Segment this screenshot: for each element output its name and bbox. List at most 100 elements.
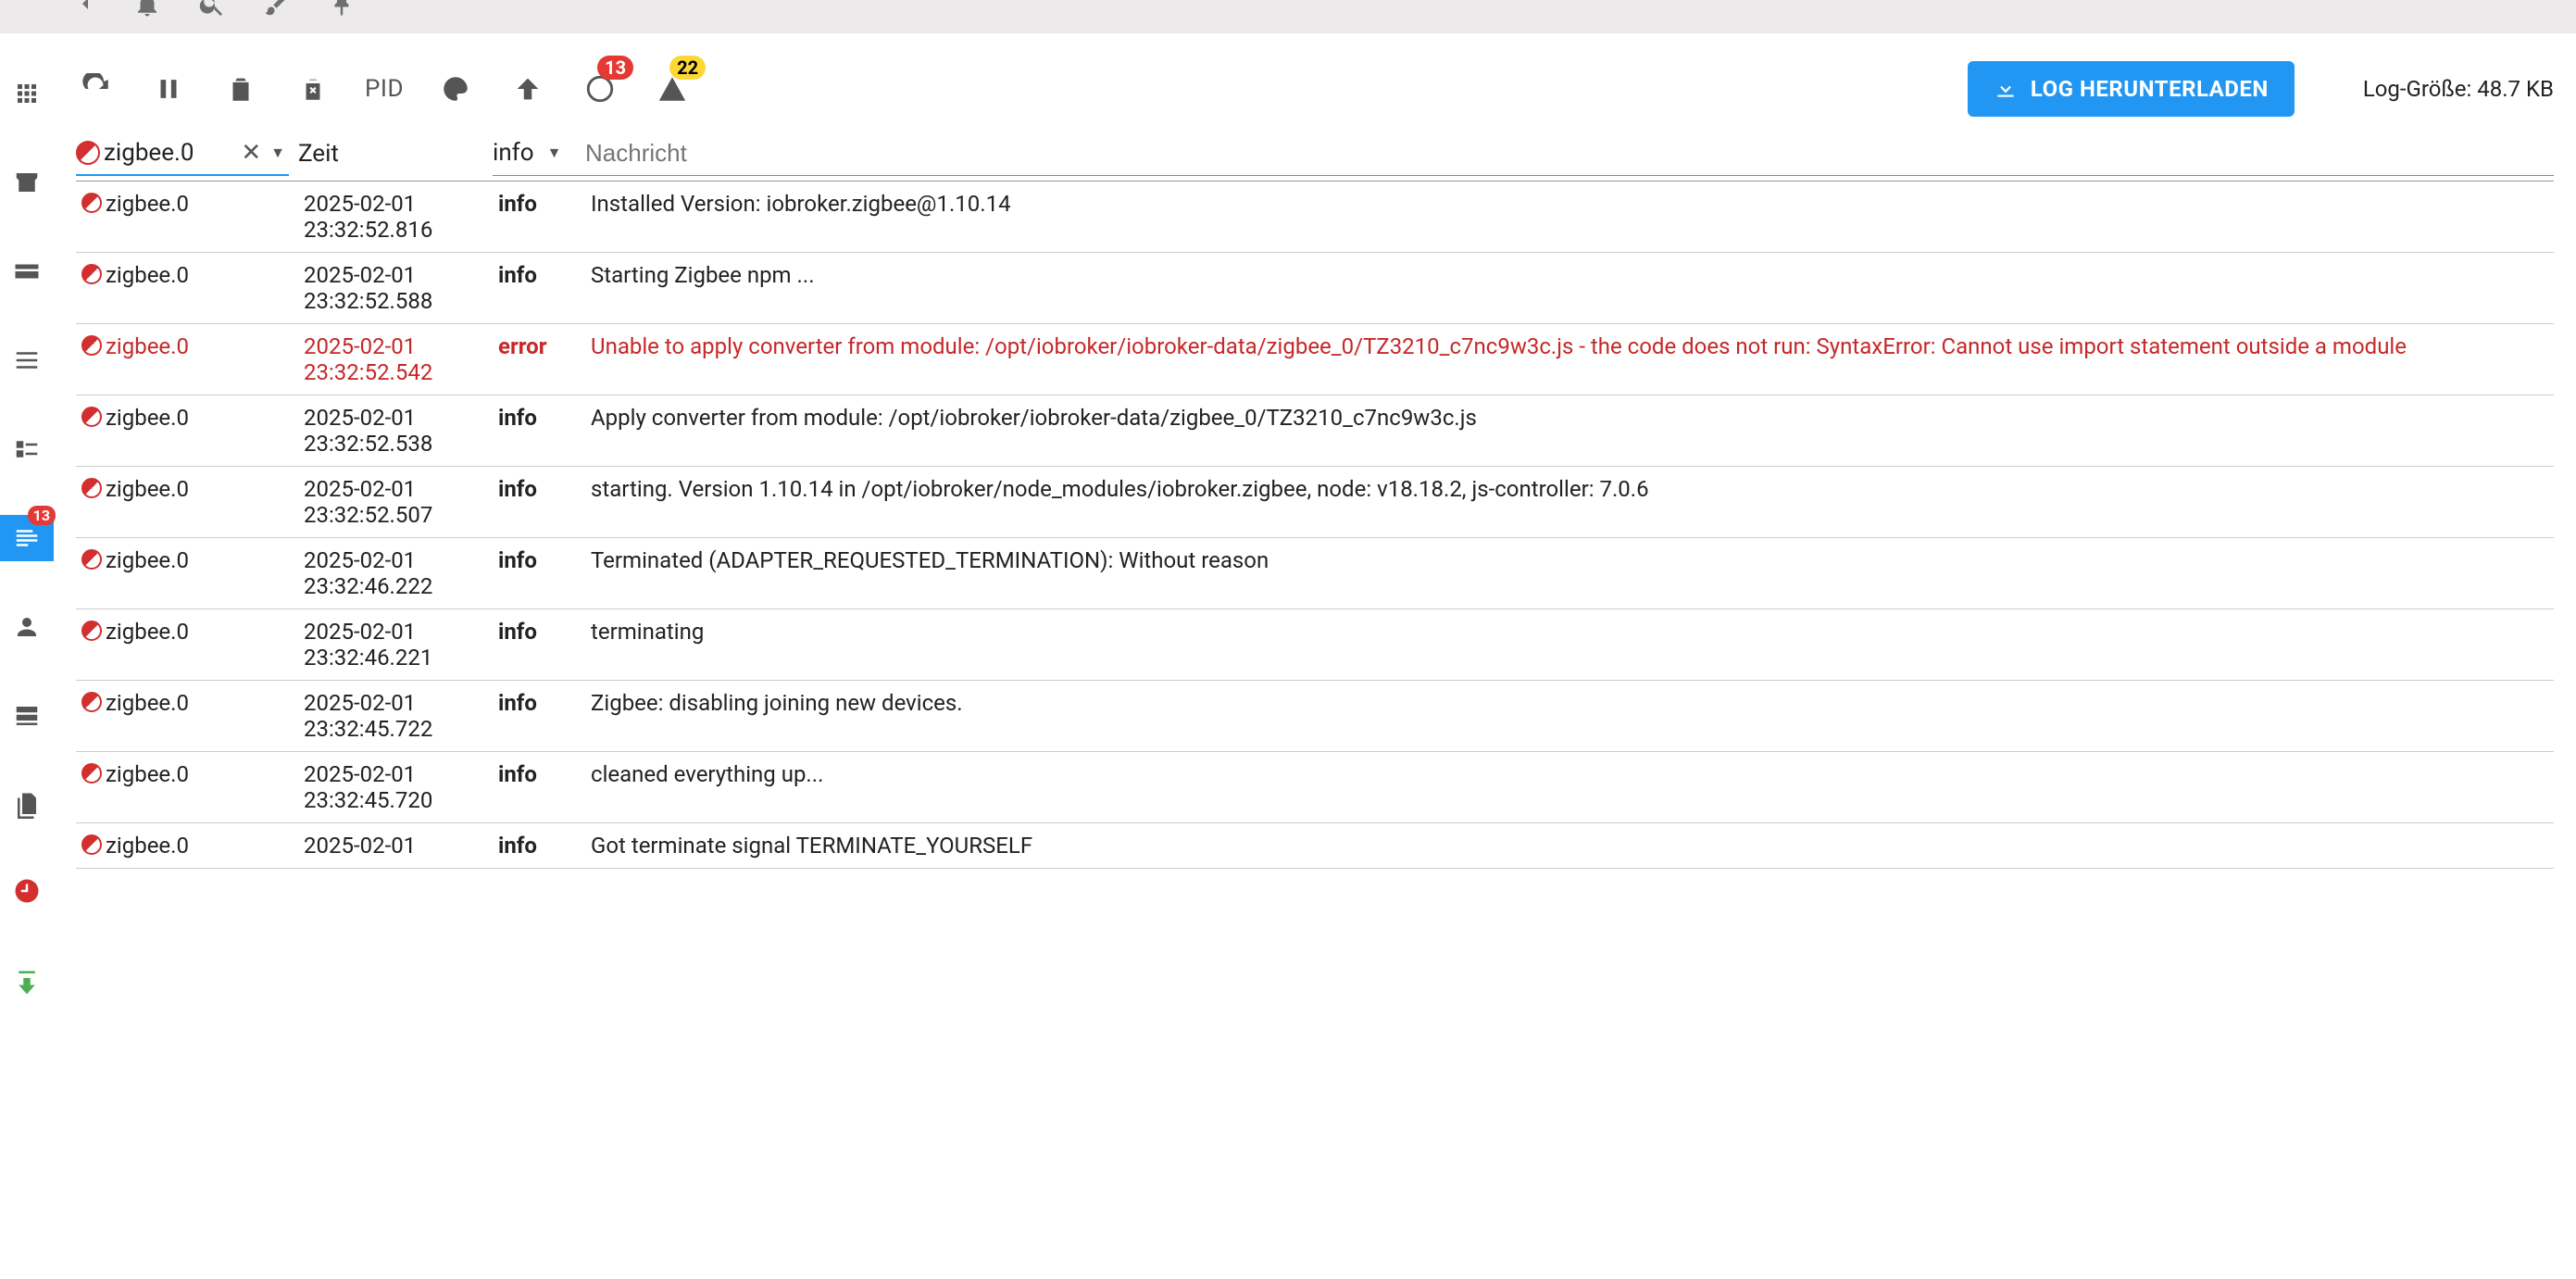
sidebar-item-download[interactable]	[0, 959, 54, 1006]
sidebar-item-apps[interactable]	[0, 70, 54, 117]
sidebar-item-log[interactable]: 13	[0, 515, 54, 561]
chevron-down-icon[interactable]: ▼	[544, 144, 566, 162]
pause-button[interactable]	[148, 69, 189, 109]
zigbee-icon	[81, 763, 102, 784]
zigbee-icon	[81, 407, 102, 427]
log-row[interactable]: zigbee.02025-02-0123:32:52.816infoInstal…	[76, 182, 2554, 253]
sidebar: 13	[0, 33, 54, 1006]
errors-badge-button[interactable]: 13	[580, 69, 620, 109]
warning-count-badge: 22	[669, 56, 706, 80]
top-header	[0, 0, 2576, 33]
log-time: 2025-02-0123:32:52.816	[298, 187, 493, 246]
search-icon[interactable]	[198, 0, 226, 24]
log-row[interactable]: zigbee.02025-02-0123:32:45.722infoZigbee…	[76, 681, 2554, 752]
scroll-up-button[interactable]	[507, 69, 548, 109]
log-source: zigbee.0	[76, 686, 298, 720]
content-area: PID 13 22 LOG HERUNTERLADEN Log-Größe: 4…	[54, 33, 2576, 1006]
log-message: Terminated (ADAPTER_REQUESTED_TERMINATIO…	[585, 544, 2554, 577]
error-count-badge: 13	[597, 56, 633, 80]
zigbee-icon	[81, 692, 102, 712]
sidebar-item-enum[interactable]	[0, 426, 54, 472]
log-source: zigbee.0	[76, 472, 298, 506]
log-size-label: Log-Größe: 48.7 KB	[2363, 76, 2554, 102]
zigbee-icon	[81, 834, 102, 855]
log-time: 2025-02-0123:32:52.538	[298, 401, 493, 460]
sidebar-item-files[interactable]	[0, 782, 54, 828]
pin-icon[interactable]	[328, 0, 356, 24]
clear-until-button[interactable]	[293, 69, 333, 109]
chevron-down-icon[interactable]: ▼	[267, 144, 289, 162]
download-log-button[interactable]: LOG HERUNTERLADEN	[1968, 61, 2295, 117]
source-filter[interactable]: zigbee.0 ✕ ▼	[76, 132, 289, 176]
log-level: info	[493, 758, 585, 791]
log-level: error	[493, 330, 585, 363]
source-filter-value: zigbee.0	[104, 139, 194, 167]
log-row[interactable]: zigbee.02025-02-01infoGot terminate sign…	[76, 823, 2554, 869]
warnings-badge-button[interactable]: 22	[652, 69, 693, 109]
log-level: info	[493, 829, 585, 862]
log-source: zigbee.0	[76, 544, 298, 577]
zigbee-icon	[81, 549, 102, 570]
log-time: 2025-02-0123:32:52.588	[298, 258, 493, 318]
color-palette-button[interactable]	[435, 69, 476, 109]
bell-icon[interactable]	[133, 0, 161, 24]
zigbee-icon	[81, 335, 102, 356]
zigbee-icon	[81, 193, 102, 213]
log-level: info	[493, 258, 585, 292]
log-message: terminating	[585, 615, 2554, 648]
pid-label[interactable]: PID	[365, 75, 404, 103]
sidebar-item-user[interactable]	[0, 604, 54, 650]
level-filter[interactable]: info ▼	[493, 132, 585, 176]
zigbee-icon	[81, 478, 102, 498]
sidebar-item-hosts[interactable]	[0, 693, 54, 739]
time-header: Zeit	[298, 140, 339, 168]
log-source: zigbee.0	[76, 330, 298, 363]
sidebar-item-list[interactable]	[0, 337, 54, 383]
log-row[interactable]: zigbee.02025-02-0123:32:52.542errorUnabl…	[76, 324, 2554, 395]
zigbee-icon	[81, 264, 102, 284]
zigbee-icon	[76, 141, 100, 165]
sidebar-item-card[interactable]	[0, 248, 54, 295]
log-message: Apply converter from module: /opt/iobrok…	[585, 401, 2554, 434]
sidebar-log-badge: 13	[28, 506, 56, 525]
log-message: Got terminate signal TERMINATE_YOURSELF	[585, 829, 2554, 862]
log-table: zigbee.02025-02-0123:32:52.816infoInstal…	[76, 182, 2554, 869]
log-level: info	[493, 401, 585, 434]
clear-source-icon[interactable]: ✕	[235, 139, 267, 167]
log-source: zigbee.0	[76, 401, 298, 434]
level-filter-value: info	[493, 139, 534, 167]
log-message: Starting Zigbee npm ...	[585, 258, 2554, 292]
log-time: 2025-02-0123:32:45.722	[298, 686, 493, 746]
download-log-label: LOG HERUNTERLADEN	[2031, 76, 2269, 102]
log-filters: zigbee.0 ✕ ▼ Zeit info ▼	[76, 126, 2554, 182]
log-row[interactable]: zigbee.02025-02-0123:32:46.221infotermin…	[76, 609, 2554, 681]
log-level: info	[493, 686, 585, 720]
log-time: 2025-02-0123:32:52.542	[298, 330, 493, 389]
log-toolbar: PID 13 22 LOG HERUNTERLADEN Log-Größe: 4…	[76, 52, 2554, 126]
log-level: info	[493, 544, 585, 577]
log-time: 2025-02-0123:32:46.221	[298, 615, 493, 674]
log-row[interactable]: zigbee.02025-02-0123:32:52.588infoStarti…	[76, 253, 2554, 324]
log-message: starting. Version 1.10.14 in /opt/iobrok…	[585, 472, 2554, 506]
log-level: info	[493, 472, 585, 506]
log-source: zigbee.0	[76, 758, 298, 791]
zigbee-icon	[81, 621, 102, 641]
brush-icon[interactable]	[263, 0, 291, 24]
log-row[interactable]: zigbee.02025-02-0123:32:46.222infoTermin…	[76, 538, 2554, 609]
sidebar-item-clock[interactable]	[0, 871, 54, 917]
message-filter-input[interactable]	[585, 132, 2554, 176]
log-message: Unable to apply converter from module: /…	[585, 330, 2554, 363]
log-source: zigbee.0	[76, 258, 298, 292]
log-time: 2025-02-01	[298, 829, 493, 862]
log-row[interactable]: zigbee.02025-02-0123:32:52.538infoApply …	[76, 395, 2554, 467]
log-time: 2025-02-0123:32:46.222	[298, 544, 493, 603]
log-row[interactable]: zigbee.02025-02-0123:32:52.507infostarti…	[76, 467, 2554, 538]
refresh-button[interactable]	[76, 69, 117, 109]
log-time: 2025-02-0123:32:52.507	[298, 472, 493, 532]
log-source: zigbee.0	[76, 829, 298, 862]
log-level: info	[493, 187, 585, 220]
log-row[interactable]: zigbee.02025-02-0123:32:45.720infocleane…	[76, 752, 2554, 823]
chevron-left-icon[interactable]	[74, 0, 96, 20]
sidebar-item-store[interactable]	[0, 159, 54, 206]
delete-button[interactable]	[220, 69, 261, 109]
